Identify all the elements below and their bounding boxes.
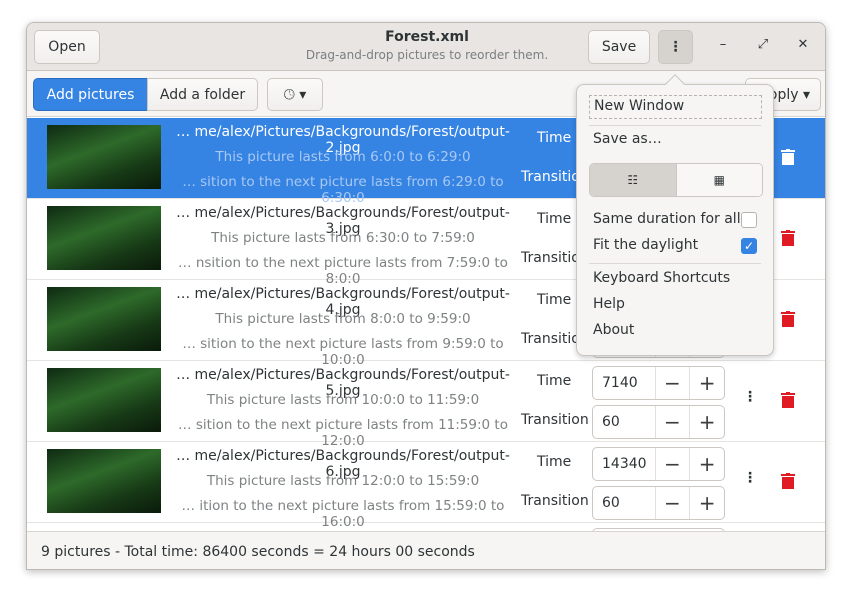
- menu-new-window[interactable]: New Window: [589, 95, 762, 119]
- picture-row[interactable]: … me/alex/Pictures/Backgrounds/Forest/ou…: [27, 361, 825, 449]
- picture-duration-text: This picture lasts from 12:0:0 to 15:59:…: [206, 473, 480, 489]
- menu-save-as[interactable]: Save as…: [593, 131, 662, 147]
- picture-row[interactable]: … me/alex/Pictures/Backgrounds/Forest/ou…: [27, 442, 825, 530]
- picture-thumbnail: [47, 125, 161, 189]
- menu-about[interactable]: About: [593, 322, 634, 338]
- time-label: Time: [537, 292, 572, 308]
- picture-thumbnail: [47, 206, 161, 270]
- picture-duration-text: This picture lasts from 6:30:0 to 7:59:0: [211, 230, 475, 246]
- picture-thumbnail: [47, 287, 161, 351]
- increment-button[interactable]: +: [689, 406, 724, 438]
- minimize-button[interactable]: –: [713, 37, 733, 52]
- more-vertical-icon: ⋮: [668, 39, 683, 55]
- time-label: Time: [537, 373, 572, 389]
- decrement-button[interactable]: −: [654, 448, 690, 480]
- menu-keyboard-shortcuts[interactable]: Keyboard Shortcuts: [593, 270, 730, 286]
- increment-button[interactable]: +: [689, 448, 724, 480]
- trash-icon[interactable]: [781, 230, 795, 246]
- maximize-button[interactable]: ⤢: [753, 37, 773, 52]
- close-button[interactable]: ✕: [793, 37, 813, 52]
- menu-fit-daylight[interactable]: Fit the daylight: [593, 237, 698, 253]
- main-menu-popover: New Window Save as… ☷ ▦ Same duration fo…: [576, 74, 774, 356]
- list-view-toggle[interactable]: ☷: [590, 164, 677, 196]
- picture-duration-text: This picture lasts from 10:0:0 to 11:59:…: [206, 392, 480, 408]
- time-label: Time: [537, 211, 572, 227]
- trash-icon[interactable]: [781, 392, 795, 408]
- increment-button[interactable]: +: [689, 367, 724, 399]
- decrement-button[interactable]: −: [654, 367, 690, 399]
- window-subtitle: Drag-and-drop pictures to reorder them.: [305, 48, 549, 62]
- menu-help[interactable]: Help: [593, 296, 625, 312]
- row-options-button[interactable]: ⋮: [743, 470, 757, 486]
- trash-icon[interactable]: [781, 473, 795, 489]
- time-spinbutton[interactable]: 14340− +: [592, 447, 725, 481]
- time-spinbutton[interactable]: 7140− +: [592, 366, 725, 400]
- picture-duration-text: This picture lasts from 8:0:0 to 9:59:0: [215, 311, 471, 327]
- window-title: Forest.xml: [385, 29, 469, 45]
- open-button[interactable]: Open: [34, 30, 100, 64]
- trash-icon[interactable]: [781, 311, 795, 327]
- menu-same-duration[interactable]: Same duration for all: [593, 211, 741, 227]
- add-pictures-button[interactable]: Add pictures: [33, 78, 148, 111]
- grid-view-icon: ▦: [713, 173, 725, 187]
- decrement-button[interactable]: −: [654, 487, 690, 519]
- transition-label: Transition: [521, 412, 589, 428]
- add-folder-button[interactable]: Add a folder: [147, 78, 258, 111]
- decrement-button[interactable]: −: [654, 406, 690, 438]
- list-view-icon: ☷: [627, 173, 639, 187]
- time-label: Time: [537, 130, 572, 146]
- main-menu-button[interactable]: ⋮: [658, 30, 693, 64]
- same-duration-checkbox[interactable]: [741, 212, 757, 228]
- transition-spinbutton[interactable]: 60− +: [592, 486, 725, 520]
- row-options-button[interactable]: ⋮: [743, 389, 757, 405]
- save-button[interactable]: Save: [588, 30, 650, 64]
- status-bar: 9 pictures - Total time: 86400 seconds =…: [27, 531, 825, 569]
- grid-view-toggle[interactable]: ▦: [676, 164, 762, 196]
- increment-button[interactable]: +: [689, 487, 724, 519]
- header-bar: Open Forest.xml Drag-and-drop pictures t…: [27, 23, 825, 71]
- trash-icon[interactable]: [781, 149, 795, 165]
- picture-thumbnail: [47, 368, 161, 432]
- fit-daylight-checkbox[interactable]: ✓: [741, 238, 757, 254]
- picture-thumbnail: [47, 449, 161, 513]
- time-label: Time: [537, 454, 572, 470]
- time-menu-button[interactable]: 🕓︎ ▾: [267, 78, 323, 111]
- transition-label: Transition: [521, 493, 589, 509]
- picture-duration-text: This picture lasts from 6:0:0 to 6:29:0: [215, 149, 471, 165]
- transition-spinbutton[interactable]: 60− +: [592, 405, 725, 439]
- clock-icon: 🕓︎ ▾: [283, 86, 307, 103]
